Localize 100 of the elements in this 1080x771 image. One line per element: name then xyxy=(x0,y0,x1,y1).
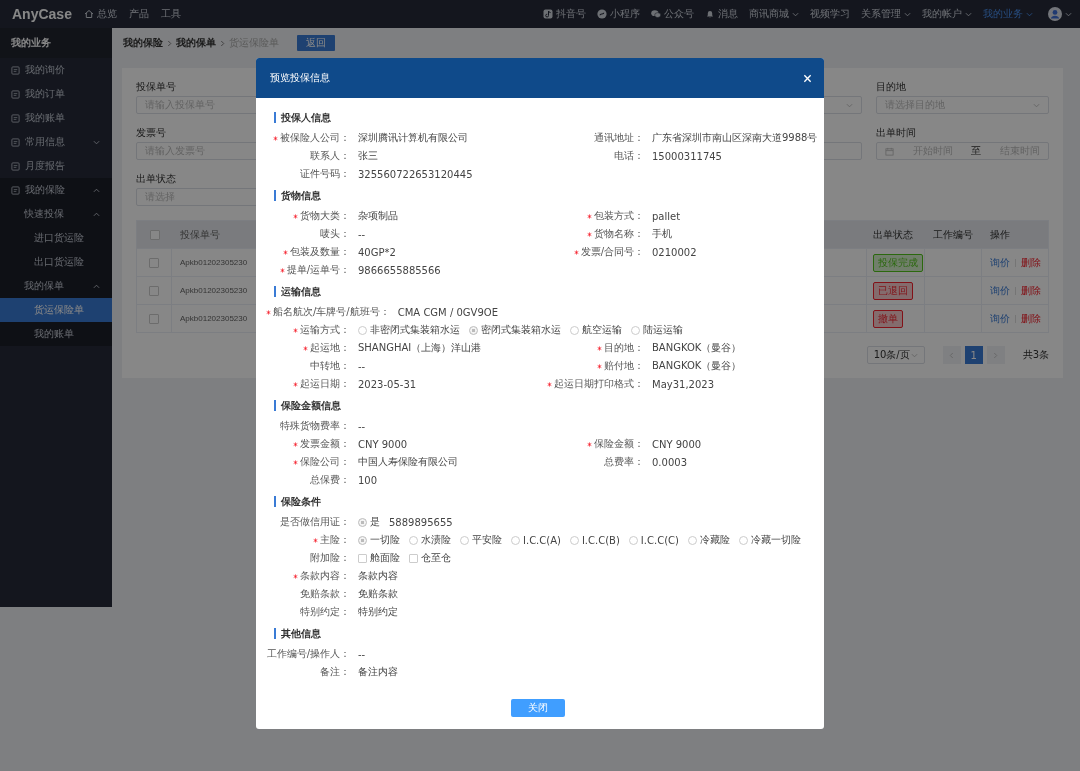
nav-link[interactable]: 消息 xyxy=(705,7,738,21)
field-label: 货物大类： xyxy=(300,209,350,223)
sidebar-item[interactable]: 常用信息 xyxy=(0,130,112,154)
field-value: 特别约定 xyxy=(358,605,398,619)
app-logo[interactable]: AnyCase xyxy=(12,6,72,22)
column-header: 工作编号 xyxy=(933,227,973,242)
field-value: 325560722653120445 xyxy=(358,168,473,180)
caret-icon xyxy=(965,11,972,17)
field-label: 特殊货物费率： xyxy=(280,419,350,433)
sidebar-item[interactable]: 货运保险单 xyxy=(0,298,112,322)
previous-page-button[interactable] xyxy=(942,346,961,364)
modal-title: 预览投保信息 xyxy=(270,71,330,85)
sidebar-item[interactable]: 我的询价 xyxy=(0,58,112,82)
field-label: 工作编号/操作人： xyxy=(266,647,350,661)
radio-label: I.C.C(C) xyxy=(640,534,679,546)
page-button[interactable]: 1 xyxy=(964,346,983,364)
field-label: 条款内容： xyxy=(300,569,350,583)
next-page-button[interactable] xyxy=(986,346,1005,364)
checkbox[interactable] xyxy=(149,285,159,296)
close-icon[interactable] xyxy=(803,73,812,83)
checkbox[interactable] xyxy=(149,229,160,240)
nav-link[interactable]: 视频学习 xyxy=(810,7,850,21)
field-label: 包装方式： xyxy=(594,209,644,223)
field-label: 主险： xyxy=(320,533,350,547)
sidebar-item[interactable]: 月度报告 xyxy=(0,154,112,178)
required-asterisk-icon xyxy=(293,381,298,387)
nav-link[interactable]: 商讯商城 xyxy=(749,7,799,21)
required-asterisk-icon xyxy=(293,459,298,465)
checkbox[interactable] xyxy=(409,553,418,563)
chevron-down-icon xyxy=(1033,102,1040,108)
radio-label: 平安险 xyxy=(472,533,502,547)
filter-label: 发票号 xyxy=(136,126,166,140)
action-link[interactable]: 询价 xyxy=(990,311,1010,326)
field-label: 提单/运单号： xyxy=(286,263,350,277)
nav-link[interactable]: 小程序 xyxy=(597,7,640,21)
required-asterisk-icon xyxy=(293,327,298,333)
radio-label: 航空运输 xyxy=(582,323,622,337)
table-cell: Apkb01202305230 xyxy=(180,258,248,267)
action-link[interactable]: 删除 xyxy=(1021,255,1041,270)
breadcrumb-separator-icon xyxy=(167,39,172,47)
filter-label: 出单状态 xyxy=(136,172,176,186)
breadcrumb-link[interactable]: 我的保险 xyxy=(123,36,163,50)
nav-link[interactable]: 我的业务 xyxy=(983,7,1033,21)
sidebar-title: 我的业务 xyxy=(0,28,112,58)
action-link[interactable]: 删除 xyxy=(1021,283,1041,298)
sidebar-item[interactable]: 我的保单 xyxy=(0,274,112,298)
table-cell: Apkb01202305230 xyxy=(180,286,248,295)
close-button[interactable]: 关闭 xyxy=(511,699,565,717)
checkbox[interactable] xyxy=(358,553,367,563)
required-asterisk-icon xyxy=(303,345,308,351)
radio-button[interactable] xyxy=(358,535,367,545)
nav-link[interactable]: 抖音号 xyxy=(543,7,586,21)
radio-label: I.C.C(B) xyxy=(581,534,620,546)
action-link[interactable]: 询价 xyxy=(990,255,1010,270)
sidebar-item[interactable]: 快速投保 xyxy=(0,202,112,226)
nav-link[interactable]: 我的帐户 xyxy=(922,7,972,21)
field-label: 备注： xyxy=(320,665,350,679)
required-asterisk-icon xyxy=(293,573,298,579)
field-label: 联系人： xyxy=(310,149,350,163)
action-link[interactable]: 删除 xyxy=(1021,311,1041,326)
field-label: 运输方式： xyxy=(300,323,350,337)
music-note-icon xyxy=(543,9,553,19)
nav-link[interactable]: 产品 xyxy=(128,7,149,21)
radio-button[interactable] xyxy=(358,517,367,527)
required-asterisk-icon xyxy=(587,213,592,219)
field-value: 0210002 xyxy=(652,246,697,258)
back-button[interactable]: 返回 xyxy=(297,35,335,51)
nav-link[interactable]: 总览 xyxy=(83,7,117,21)
field-value: CNY 9000 xyxy=(358,438,408,450)
sidebar-item[interactable]: 我的保险 xyxy=(0,178,112,202)
sidebar-item[interactable]: 我的账单 xyxy=(0,106,112,130)
checkbox[interactable] xyxy=(149,257,159,268)
field-value: CMA CGM / 0GV9OE xyxy=(397,306,498,318)
sidebar-item[interactable]: 进口货运险 xyxy=(0,226,112,250)
nav-link[interactable]: 关系管理 xyxy=(861,7,911,21)
chat-bubbles-icon xyxy=(651,9,661,19)
caret-icon xyxy=(792,11,799,17)
chevron-down-icon xyxy=(910,352,918,358)
sidebar-item[interactable]: 出口货运险 xyxy=(0,250,112,274)
radio-button[interactable] xyxy=(469,325,478,335)
total-count: 共3条 xyxy=(1022,348,1049,362)
field-label: 是否做信用证： xyxy=(280,515,350,529)
sidebar-item[interactable]: 我的订单 xyxy=(0,82,112,106)
action-link[interactable]: 询价 xyxy=(990,283,1010,298)
field-value: 15000311745 xyxy=(652,150,722,162)
sidebar-item[interactable]: 我的账单 xyxy=(0,322,112,346)
table-cell: Apkb01202305230 xyxy=(180,314,248,323)
bell-icon xyxy=(705,9,715,19)
required-asterisk-icon xyxy=(573,249,579,255)
field-value: -- xyxy=(358,228,366,240)
column-header: 出单状态 xyxy=(873,227,913,242)
radio-label: 陆运运输 xyxy=(643,323,683,337)
breadcrumb-separator-icon xyxy=(220,39,225,47)
breadcrumb-link[interactable]: 我的保单 xyxy=(176,36,216,50)
nav-link[interactable]: 公众号 xyxy=(651,7,694,21)
filter-label: 投保单号 xyxy=(136,80,176,94)
checkbox[interactable] xyxy=(149,313,159,324)
user-avatar[interactable] xyxy=(1048,7,1062,21)
field-value: 0.0003 xyxy=(652,456,687,468)
page-size-select[interactable]: 10条/页 xyxy=(866,346,925,364)
